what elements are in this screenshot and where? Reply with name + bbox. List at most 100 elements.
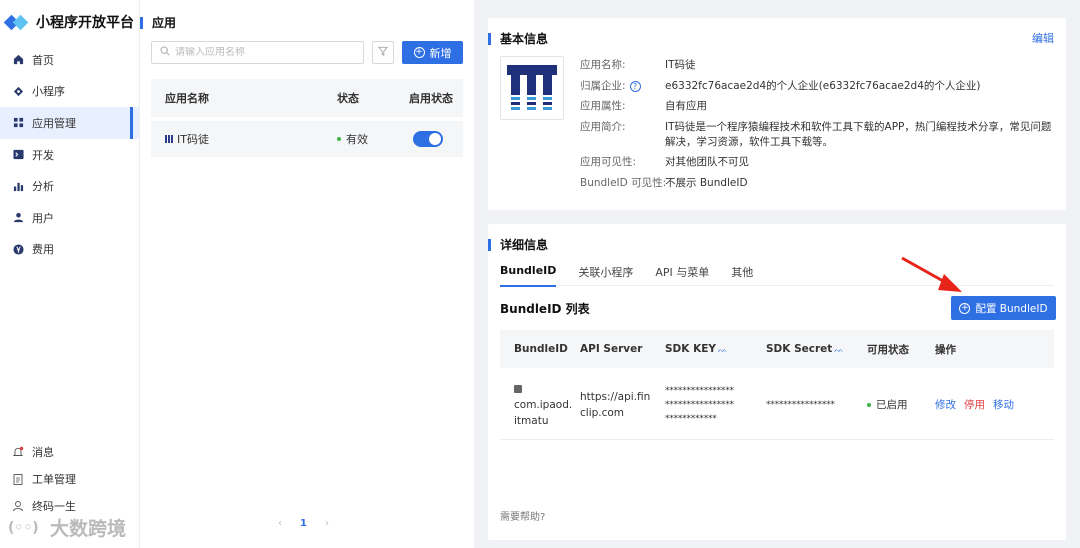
info-value: 自有应用 xyxy=(665,100,707,112)
watermark-icon: (◦◦) xyxy=(8,519,39,536)
basic-info-card: 基本信息 编辑 应用名称: IT码徒 归属企业:? e6332fc76acae2… xyxy=(488,18,1066,210)
terminal-icon xyxy=(12,149,24,161)
sidebar-item-develop[interactable]: 开发 xyxy=(0,139,139,171)
watermark: (◦◦) 大数跨境 xyxy=(8,514,126,541)
app-name: IT码徒 xyxy=(177,133,209,146)
info-value: IT码徒是一个程序猿编程技术和软件工具下载的APP，热门编程技术分享，常见问题解… xyxy=(665,120,1052,148)
api-server-text-1: https://api.fin xyxy=(580,390,651,403)
clipboard-icon xyxy=(12,473,24,485)
column-header-availability: 可用状态 xyxy=(867,343,909,356)
sidebar-nav: 首页 小程序 应用管理 开发 分析 用户 费用 xyxy=(0,44,139,265)
sidebar: 小程序开放平台 首页 小程序 应用管理 开发 分析 用户 费用 消息 工单管理 … xyxy=(0,0,140,548)
bundleid-cell: com.ipaod. itmatu xyxy=(500,381,580,429)
sidebar-item-tickets[interactable]: 工单管理 xyxy=(0,465,140,492)
api-server-cell: https://api.fin clip.com xyxy=(580,389,665,421)
prev-page-button[interactable]: ‹ xyxy=(278,518,282,529)
tab-linked-miniprograms[interactable]: 关联小程序 xyxy=(578,264,633,286)
home-icon xyxy=(12,54,24,66)
sdk-secret-cell: **************** xyxy=(766,399,835,410)
info-row-description: 应用简介: IT码徒是一个程序猿编程技术和软件工具下载的APP，热门编程技术分享… xyxy=(580,120,1056,150)
sidebar-item-users[interactable]: 用户 xyxy=(0,202,139,234)
availability-status: 已启用 xyxy=(876,399,908,411)
filter-button[interactable] xyxy=(372,41,394,64)
app-table-header: 应用名称 状态 启用状态 xyxy=(151,79,463,117)
config-bundleid-button[interactable]: + 配置 BundleID xyxy=(951,296,1056,320)
eye-closed-icon[interactable]: ᨓ xyxy=(834,345,844,354)
bundleid-table-header: BundleID API Server SDK KEY ᨓ SDK Secret ᨓ… xyxy=(500,330,1054,368)
sdk-key-cell: **************** **************** ******… xyxy=(665,384,766,426)
app-list-title-text: 应用 xyxy=(152,16,177,30)
filter-icon xyxy=(377,46,389,59)
bar-chart-icon xyxy=(12,180,24,192)
user-icon xyxy=(12,212,24,224)
sidebar-item-label: 工单管理 xyxy=(32,472,76,486)
column-header-sdk-secret: SDK Secret ᨓ xyxy=(766,343,867,355)
yen-icon xyxy=(12,243,24,255)
basic-info-title: 基本信息 xyxy=(488,30,548,47)
table-row[interactable]: IT码徒 有效 xyxy=(151,121,463,157)
column-header-enabled: 启用状态 xyxy=(409,92,453,105)
sidebar-item-billing[interactable]: 费用 xyxy=(0,234,139,266)
info-value: 对其他团队不可见 xyxy=(665,156,749,168)
help-link[interactable]: 需要帮助? xyxy=(500,508,545,523)
app-search-box[interactable] xyxy=(151,41,364,64)
column-header-bundleid: BundleID xyxy=(514,343,568,355)
tab-api-menu[interactable]: API 与菜单 xyxy=(655,264,709,286)
title-bar-accent xyxy=(140,16,143,29)
sidebar-item-label: 开发 xyxy=(32,148,54,162)
status-dot-icon xyxy=(337,137,341,141)
sidebar-bottom-nav: 消息 工单管理 终码一生 xyxy=(0,438,140,519)
pagination: ‹ 1 › xyxy=(278,518,329,529)
bell-icon xyxy=(12,446,24,458)
sdk-secret-header-text: SDK Secret xyxy=(766,343,833,355)
lock-icon xyxy=(514,384,522,393)
plus-circle-icon: + xyxy=(959,302,971,314)
logo-text: 小程序开放平台 xyxy=(36,15,134,31)
it-logo-icon xyxy=(507,65,557,110)
eye-closed-icon[interactable]: ᨓ xyxy=(718,345,728,354)
info-value: 不展示 BundleID xyxy=(665,176,748,189)
enabled-toggle[interactable] xyxy=(413,131,443,147)
app-enabled-cell xyxy=(409,131,463,147)
person-icon xyxy=(12,500,24,512)
info-row-attribute: 应用属性: 自有应用 xyxy=(580,99,1056,114)
bundleid-list-title: BundleID 列表 xyxy=(500,302,590,316)
sidebar-item-analytics[interactable]: 分析 xyxy=(0,170,139,202)
plus-circle-icon: + xyxy=(413,47,425,58)
current-page[interactable]: 1 xyxy=(300,518,307,529)
column-header-status: 状态 xyxy=(337,92,359,105)
column-header-app-name: 应用名称 xyxy=(165,92,209,105)
sidebar-item-messages[interactable]: 消息 xyxy=(0,438,140,465)
status-dot-icon xyxy=(867,402,871,407)
sidebar-item-label: 小程序 xyxy=(32,85,65,99)
app-search-input[interactable] xyxy=(175,47,355,58)
help-icon[interactable]: ? xyxy=(629,80,641,92)
tab-bundleid[interactable]: BundleID xyxy=(500,264,557,287)
info-label: 应用属性: xyxy=(580,100,626,112)
sidebar-item-miniprogram[interactable]: 小程序 xyxy=(0,76,139,108)
move-link[interactable]: 移动 xyxy=(993,397,1014,412)
sidebar-item-home[interactable]: 首页 xyxy=(0,44,139,76)
add-app-button[interactable]: + 新增 xyxy=(402,41,463,64)
info-label: 归属企业:? xyxy=(580,79,665,94)
modify-link[interactable]: 修改 xyxy=(935,397,956,412)
disable-link[interactable]: 停用 xyxy=(964,397,985,412)
availability-cell: 已启用 xyxy=(867,397,935,412)
sidebar-item-label: 费用 xyxy=(32,243,54,257)
next-page-button[interactable]: › xyxy=(325,518,329,529)
detail-info-title-text: 详细信息 xyxy=(500,238,549,252)
search-icon xyxy=(160,46,170,59)
info-label: 应用简介: xyxy=(580,120,626,133)
add-app-label: 新增 xyxy=(429,46,452,60)
basic-info-fields: 应用名称: IT码徒 归属企业:? e6332fc76acae2d4的个人企业(… xyxy=(580,58,1056,196)
sdk-key-text-1: **************** xyxy=(665,385,734,396)
tab-other[interactable]: 其他 xyxy=(731,264,753,286)
sidebar-item-label: 首页 xyxy=(32,53,54,67)
app-list-title: 应用 xyxy=(140,14,176,31)
sdk-key-text-3: ************ xyxy=(665,413,717,424)
column-header-api-server: API Server xyxy=(580,343,643,355)
sidebar-item-app-management[interactable]: 应用管理 xyxy=(0,107,139,139)
logo[interactable]: 小程序开放平台 xyxy=(0,0,139,44)
info-label: 应用可见性: xyxy=(580,156,637,168)
edit-link[interactable]: 编辑 xyxy=(1032,30,1054,46)
